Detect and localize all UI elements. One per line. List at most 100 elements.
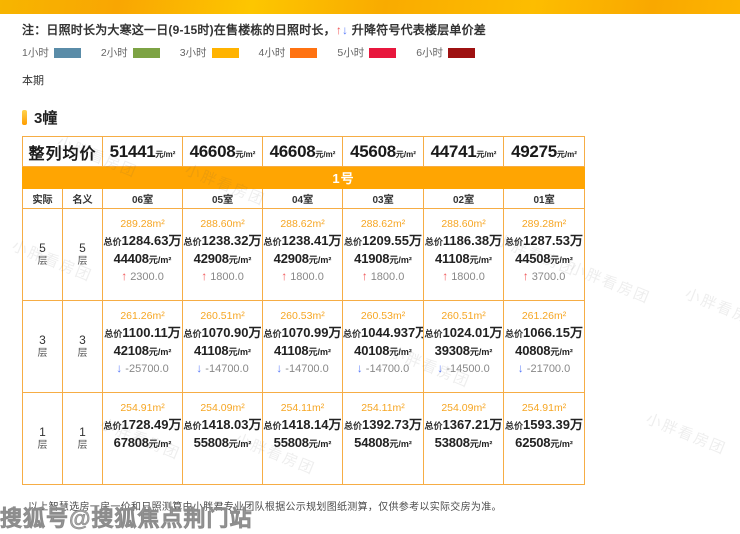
- unit-price: 42908: [274, 251, 309, 266]
- floor-suffix: 层: [23, 347, 62, 360]
- diff-value: -14700.0: [205, 363, 248, 375]
- up-arrow-icon: ↑: [442, 269, 448, 283]
- actual-floor-cell: 5层: [23, 209, 63, 301]
- header-actual: 实际: [23, 189, 63, 209]
- total-label: 总价: [264, 421, 282, 431]
- header-room-05: 05室: [183, 189, 263, 209]
- legend-label: 2小时: [101, 45, 128, 60]
- avg-unit-suffix: 元/m²: [315, 150, 335, 159]
- price-cell-1f-05: 254.09m² 总价1418.03万 55808元/m²: [183, 393, 263, 485]
- legend-swatch-3h: [212, 48, 239, 58]
- area-text: 261.26m²: [103, 309, 182, 324]
- nominal-floor-cell: 3层: [63, 301, 103, 393]
- avg-price-value: 51441: [110, 142, 156, 161]
- unit-price: 54808: [354, 435, 389, 450]
- unit-suffix: 元/m²: [470, 347, 493, 357]
- diff-value: 3700.0: [532, 271, 566, 283]
- unit-price: 62508: [515, 435, 550, 450]
- price-cell-5f-06: 289.28m² 总价1284.63万 44408元/m² ↑2300.0: [103, 209, 183, 301]
- header-nominal: 名义: [63, 189, 103, 209]
- header-room-04: 04室: [263, 189, 343, 209]
- unit-price: 41108: [274, 343, 308, 358]
- unit-suffix: 元/m²: [389, 347, 412, 357]
- legend-label: 1小时: [22, 45, 49, 60]
- area-text: 254.91m²: [504, 401, 584, 416]
- legend-item: 4小时: [259, 45, 318, 60]
- floor-row-3: 3层 3层 261.26m² 总价1100.11万 42108元/m² ↓-25…: [23, 301, 585, 393]
- unit-price: 55808: [194, 435, 229, 450]
- unit-price: 39308: [435, 343, 470, 358]
- unit-band: 1号: [103, 167, 585, 189]
- unit-price: 42108: [114, 343, 149, 358]
- area-text: 260.51m²: [424, 309, 503, 324]
- note-text-before: 日照时长为大寒这一日(9-15时)在售楼栋的日照时长，: [46, 23, 335, 37]
- unit-suffix: 元/m²: [389, 255, 412, 265]
- price-cell-5f-01: 289.28m² 总价1287.53万 44508元/m² ↑3700.0: [504, 209, 585, 301]
- total-label: 总价: [344, 237, 362, 247]
- legend-swatch-1h: [54, 48, 81, 58]
- unit-price: 40808: [515, 343, 550, 358]
- unit-suffix: 元/m²: [149, 347, 172, 357]
- down-arrow-icon: ↓: [342, 23, 348, 37]
- down-arrow-icon: ↓: [116, 361, 122, 375]
- floor-suffix: 层: [63, 255, 102, 268]
- total-label: 总价: [505, 237, 523, 247]
- total-label: 总价: [344, 421, 362, 431]
- column-header-row: 实际 名义 06室 05室 04室 03室 02室 01室: [23, 189, 585, 209]
- legend-item: 1小时: [22, 45, 81, 60]
- sunshine-note: 注：日照时长为大寒这一日(9-15时)在售楼栋的日照时长，↑↓ 升降符号代表楼层…: [22, 22, 722, 38]
- down-arrow-icon: ↓: [518, 361, 524, 375]
- header-room-06: 06室: [103, 189, 183, 209]
- sunshine-legend: 1小时 2小时 3小时 4小时 5小时 6小时: [22, 45, 722, 60]
- avg-unit-suffix: 元/m²: [235, 150, 255, 159]
- building-title: 3幢: [34, 107, 57, 128]
- down-arrow-icon: ↓: [276, 361, 282, 375]
- diff-value: 1800.0: [371, 271, 405, 283]
- total-price: 1186.38万: [443, 233, 502, 248]
- avg-unit-suffix: 元/m²: [557, 150, 577, 159]
- legend-item: 2小时: [101, 45, 160, 60]
- total-label: 总价: [505, 329, 523, 339]
- area-text: 254.09m²: [183, 401, 262, 416]
- floor-row-5: 5层 5层 289.28m² 总价1284.63万 44408元/m² ↑230…: [23, 209, 585, 301]
- unit-suffix: 元/m²: [550, 255, 573, 265]
- total-price: 1418.14万: [282, 417, 342, 432]
- total-price: 1392.73万: [362, 417, 422, 432]
- diff-value: -14500.0: [446, 363, 489, 375]
- period-label: 本期: [22, 72, 722, 88]
- unit-suffix: 元/m²: [550, 347, 573, 357]
- total-price: 1593.39万: [523, 417, 583, 432]
- floor-row-1: 1层 1层 254.91m² 总价1728.49万 67808元/m² 254.…: [23, 393, 585, 485]
- unit-price: 44408: [114, 251, 149, 266]
- up-arrow-icon: ↑: [201, 269, 207, 283]
- avg-price-cell: 51441元/m²: [103, 137, 183, 167]
- unit-price: 55808: [274, 435, 309, 450]
- floor-suffix: 层: [23, 255, 62, 268]
- diff-value: -14700.0: [285, 363, 328, 375]
- unit-price: 67808: [114, 435, 149, 450]
- area-text: 254.09m²: [424, 401, 503, 416]
- diff-value: -21700.0: [527, 363, 570, 375]
- avg-unit-suffix: 元/m²: [396, 150, 416, 159]
- building-section-header: 3幢: [22, 107, 722, 128]
- nominal-floor-cell: 1层: [63, 393, 103, 485]
- total-price: 1100.11万: [122, 325, 181, 340]
- unit-suffix: 元/m²: [149, 439, 172, 449]
- down-arrow-icon: ↓: [196, 361, 202, 375]
- floor-number: 3: [23, 333, 62, 347]
- diff-value: -25700.0: [125, 363, 168, 375]
- avg-price-value: 46608: [270, 142, 316, 161]
- header-room-02: 02室: [424, 189, 504, 209]
- unit-band-spacer: [23, 167, 103, 189]
- note-prefix: 注：: [22, 23, 46, 37]
- diff-value: 1800.0: [210, 271, 244, 283]
- price-cell-5f-02: 288.60m² 总价1186.38万 41108元/m² ↑1800.0: [424, 209, 504, 301]
- legend-swatch-6h: [448, 48, 475, 58]
- diff-value: 1800.0: [290, 271, 324, 283]
- unit-price: 41108: [194, 343, 228, 358]
- column-average-row: 整列均价 51441元/m² 46608元/m² 46608元/m² 45608…: [23, 137, 585, 167]
- total-label: 总价: [425, 237, 443, 247]
- floor-number: 1: [63, 425, 102, 439]
- avg-price-cell: 44741元/m²: [424, 137, 504, 167]
- header-room-03: 03室: [343, 189, 424, 209]
